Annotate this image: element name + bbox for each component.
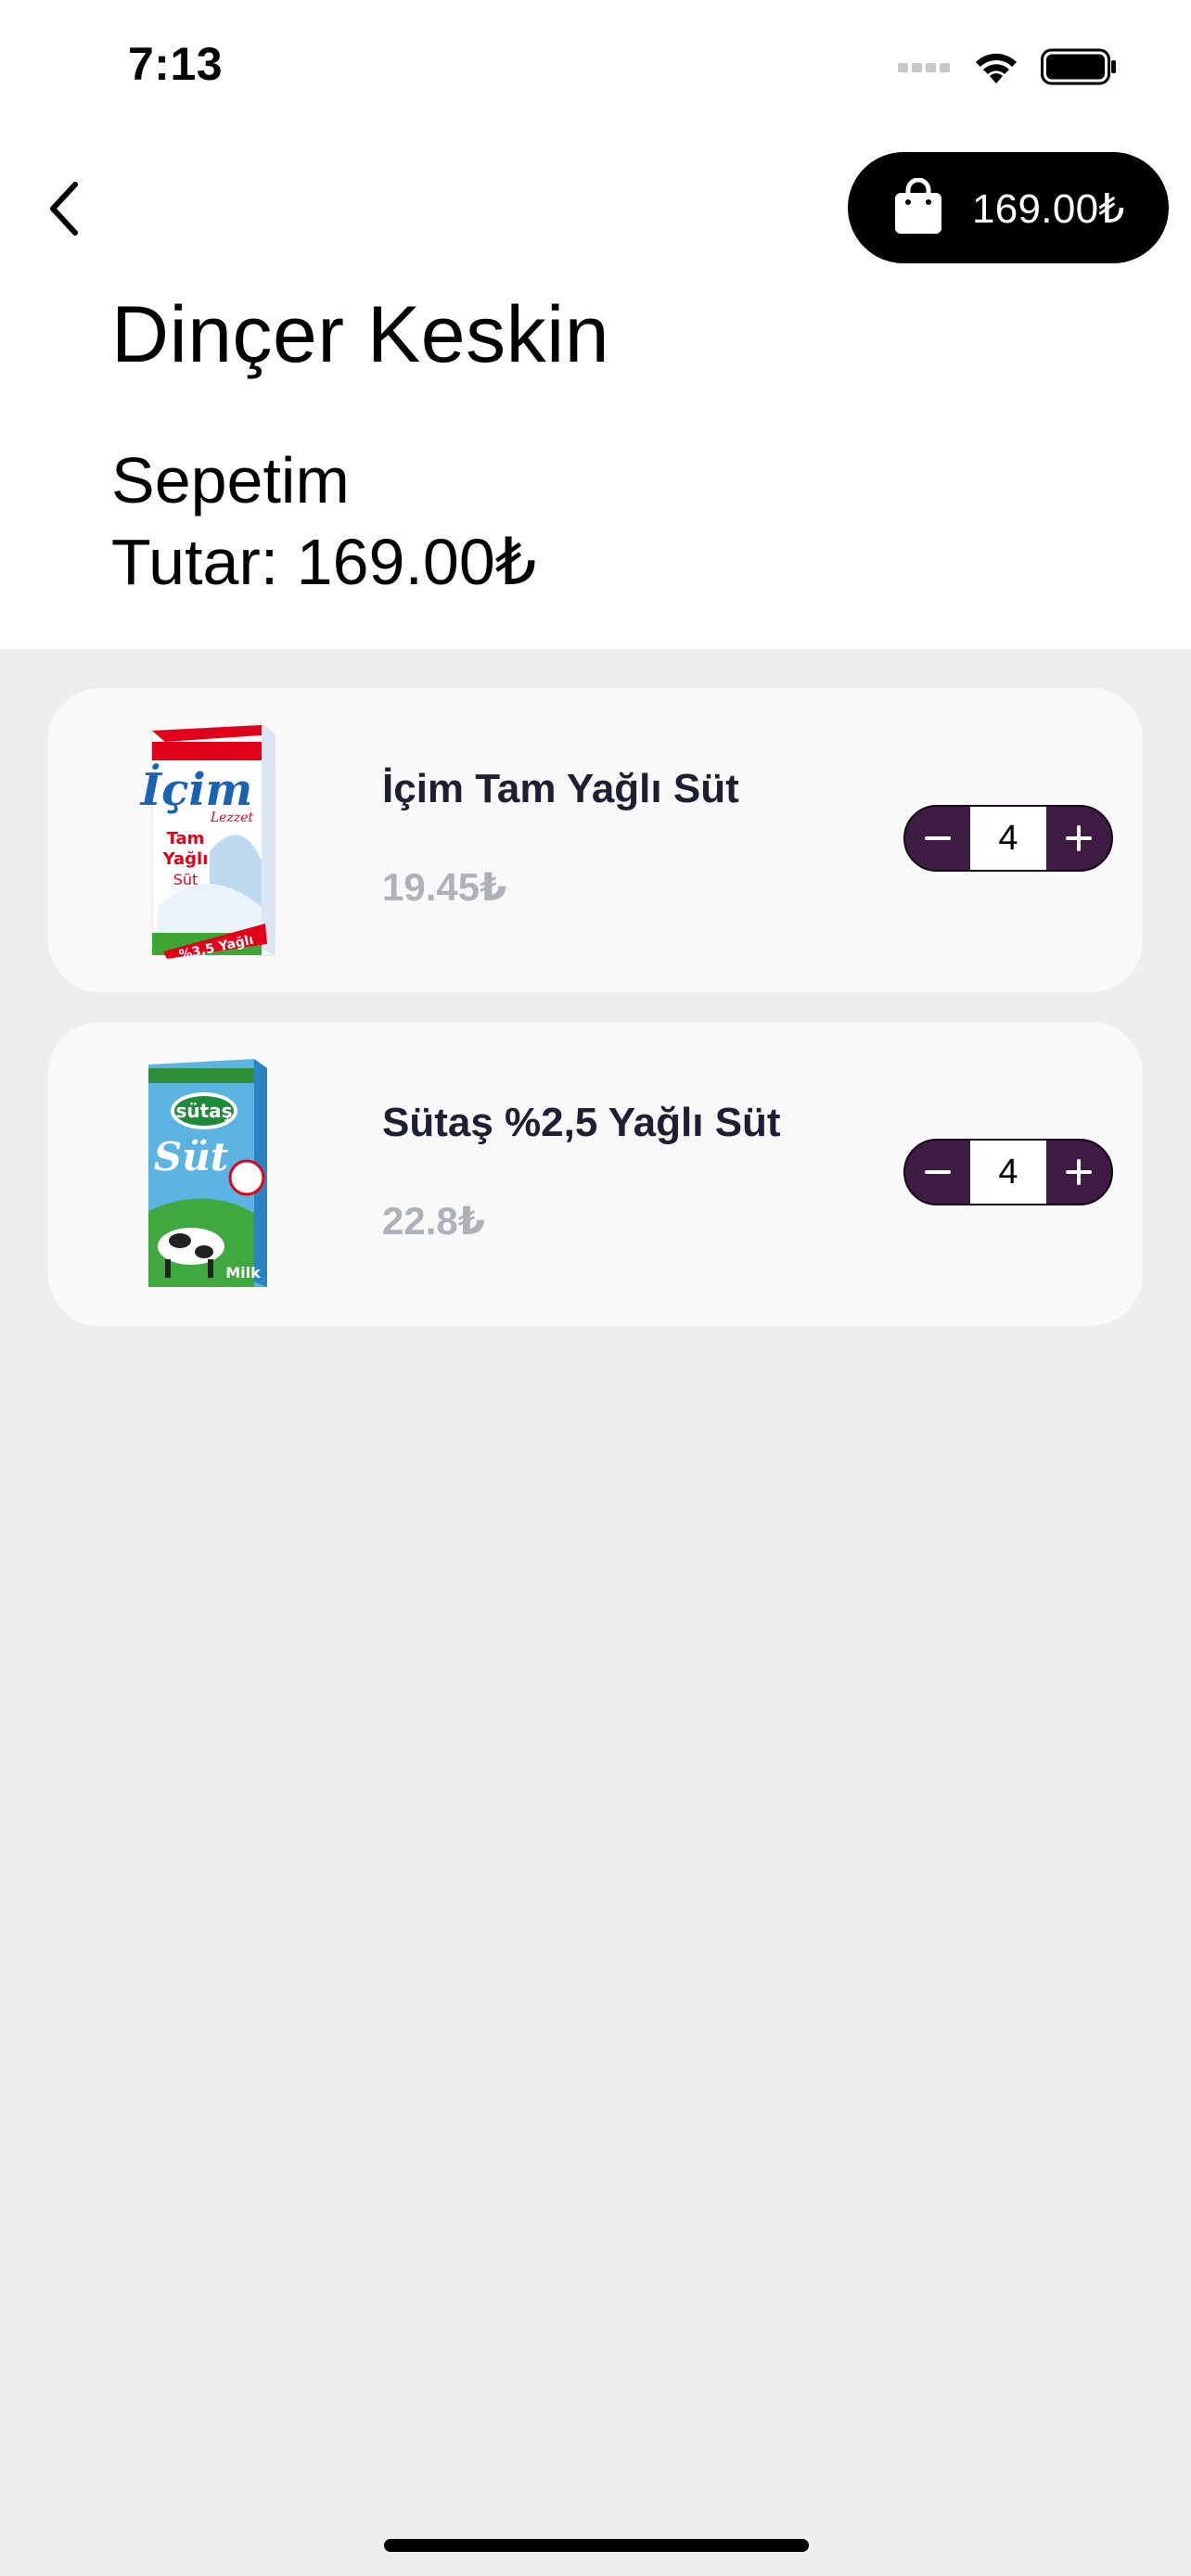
svg-text:Lezzet: Lezzet <box>210 810 254 825</box>
status-icons <box>896 43 1117 91</box>
product-price: 19.45₺ <box>382 865 507 909</box>
svg-text:Tam: Tam <box>167 829 205 848</box>
cart-total-amount: 169.00₺ <box>972 186 1125 232</box>
increase-quantity-button[interactable] <box>1046 807 1111 870</box>
icim-milk-carton-image: İçim Lezzet Tam Yağlı Süt %3,5 Yağlı <box>139 724 275 961</box>
signal-icon <box>898 63 950 72</box>
wifi-icon <box>976 53 1017 83</box>
decrease-quantity-button[interactable] <box>905 1141 970 1204</box>
svg-text:Yağlı: Yağlı <box>162 849 209 869</box>
plus-icon <box>1066 1159 1092 1185</box>
cart-item: sütaş Süt Milk Sütaş %2,5 Yağlı Süt 22.8… <box>48 1022 1143 1326</box>
svg-text:Süt: Süt <box>154 1134 228 1180</box>
chevron-left-icon <box>50 182 78 236</box>
quantity-stepper: 4 <box>903 1139 1113 1205</box>
quantity-stepper: 4 <box>903 805 1113 872</box>
cart-total-button[interactable]: 169.00₺ <box>848 152 1169 263</box>
quantity-field[interactable]: 4 <box>970 807 1046 870</box>
increase-quantity-button[interactable] <box>1046 1141 1111 1204</box>
svg-text:Milk: Milk <box>225 1264 261 1282</box>
battery-icon <box>1041 48 1116 85</box>
back-button[interactable] <box>32 167 96 250</box>
cart-total-text: Tutar: 169.00₺ <box>111 526 537 598</box>
home-indicator[interactable] <box>384 2539 809 2552</box>
header: 7:13 169.00₺ Dinçer Keskin Sepetim Tutar… <box>0 0 1191 649</box>
decrease-quantity-button[interactable] <box>905 807 970 870</box>
svg-text:İçim: İçim <box>139 762 252 816</box>
svg-text:sütaş: sütaş <box>175 1100 232 1122</box>
cart-summary: Sepetim Tutar: 169.00₺ <box>111 440 536 603</box>
quantity-field[interactable]: 4 <box>970 1141 1046 1204</box>
page-title: Dinçer Keskin <box>111 290 610 379</box>
product-name: İçim Tam Yağlı Süt <box>382 766 739 811</box>
status-time: 7:13 <box>128 38 224 90</box>
product-price: 22.8₺ <box>382 1199 485 1243</box>
product-name: Sütaş %2,5 Yağlı Süt <box>382 1100 781 1145</box>
section-title: Sepetim <box>111 444 350 516</box>
plus-icon <box>1066 825 1092 851</box>
minus-icon <box>925 836 951 840</box>
shopping-bag-icon <box>895 178 941 234</box>
cart-item: İçim Lezzet Tam Yağlı Süt %3,5 Yağlı İçi… <box>48 688 1143 992</box>
minus-icon <box>925 1170 951 1174</box>
sutas-milk-carton-image: sütaş Süt Milk <box>148 1059 267 1287</box>
